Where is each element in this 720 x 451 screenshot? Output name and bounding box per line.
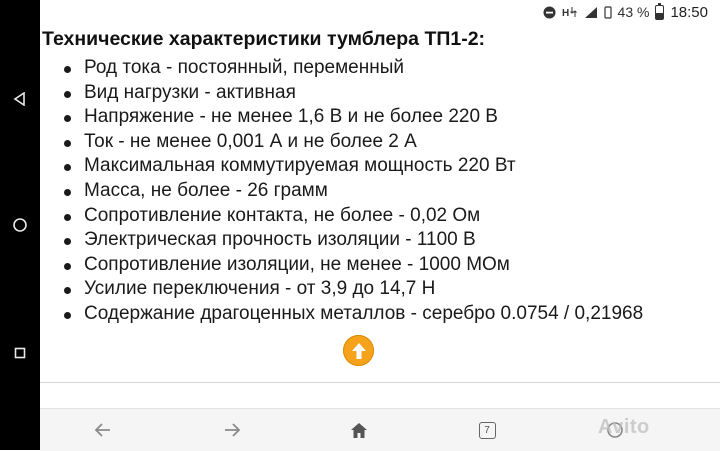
browser-tabs-button[interactable]: 7 [472,418,502,442]
clock: 18:50 [670,3,708,21]
list-item-text: Сопротивление контакта, не более - 0,02 … [84,204,481,226]
page-title: Технические характеристики тумблера ТП1-… [42,28,486,50]
list-item: Сопротивление контакта, не более - 0,02 … [40,204,643,229]
list-item-text: Ток - не менее 0,001 А и не более 2 А [84,130,417,152]
list-item: Электрическая прочность изоляции - 1100 … [40,228,643,253]
browser-forward-button[interactable] [217,418,247,442]
bullet-icon [64,115,71,123]
do-not-disturb-icon [543,6,556,19]
status-icons: H 43 % 18:50 [543,2,708,22]
arrow-right-icon [225,423,241,437]
system-navigation-bar [0,0,40,450]
browser-home-button[interactable] [344,418,374,442]
list-item-text: Максимальная коммутируемая мощность 220 … [84,155,516,177]
list-item: Масса, не более - 26 грамм [40,179,643,204]
list-item: Усилие переключения - от 3,9 до 14,7 Н [40,277,643,302]
bullet-icon [64,262,71,270]
battery-level [656,12,664,19]
list-item: Содержание драгоценных металлов - серебр… [40,302,643,327]
triangle-back-icon [13,92,25,106]
list-item-text: Содержание драгоценных металлов - серебр… [84,302,644,324]
avito-watermark: Avito [598,416,650,438]
bullet-icon [64,139,71,147]
nav-recent-apps-button[interactable] [0,342,40,364]
tabs-icon: 7 [478,421,496,439]
list-item: Напряжение - не менее 1,6 В и не более 2… [40,105,643,130]
bullet-icon [64,238,71,246]
bullet-icon [64,90,71,98]
scroll-to-top-button[interactable] [343,335,374,366]
svg-text:H: H [562,8,569,19]
nav-back-button[interactable] [0,88,40,110]
bullet-icon [64,311,71,319]
vibrate-icon [603,5,612,19]
page-bottom-spacer [40,382,720,409]
list-item-text: Электрическая прочность изоляции - 1100 … [84,229,476,251]
list-item-text: Сопротивление изоляции, не менее - 1000 … [84,253,510,275]
bullet-icon [64,66,71,73]
list-item: Вид нагрузки - активная [40,81,643,106]
list-item-text: Масса, не более - 26 грамм [84,179,328,201]
web-page-content: Технические характеристики тумблера ТП1-… [40,24,720,382]
battery-percent: 43 % [617,4,650,20]
list-item-text: Усилие переключения - от 3,9 до 14,7 Н [84,278,436,300]
list-item: Сопротивление изоляции, не менее - 1000 … [40,253,643,278]
arrow-left-icon [94,423,110,437]
bullet-icon [64,188,71,196]
square-recent-icon [14,347,26,359]
browser-back-button[interactable] [88,418,118,442]
arrow-up-icon [351,342,366,359]
signal-strength-icon [584,6,598,19]
bullet-icon [64,213,71,221]
tabs-count: 7 [484,424,490,436]
home-icon [351,422,367,438]
nav-home-button[interactable] [0,214,40,236]
network-type-icon: H [562,5,578,19]
list-item-text: Напряжение - не менее 1,6 В и не более 2… [84,106,498,128]
battery-icon [655,2,665,20]
list-item-text: Вид нагрузки - активная [84,81,296,103]
spec-list: Род тока - постоянный, переменный Вид на… [40,56,643,327]
list-item: Ток - не менее 0,001 А и не более 2 А [40,130,643,155]
circle-home-icon [13,218,27,232]
list-item: Род тока - постоянный, переменный [40,56,643,81]
bullet-icon [64,164,71,172]
list-item: Максимальная коммутируемая мощность 220 … [40,154,643,179]
status-bar: H 43 % 18:50 [40,0,720,24]
list-item-text: Род тока - постоянный, переменный [84,57,404,78]
bullet-icon [64,287,71,295]
